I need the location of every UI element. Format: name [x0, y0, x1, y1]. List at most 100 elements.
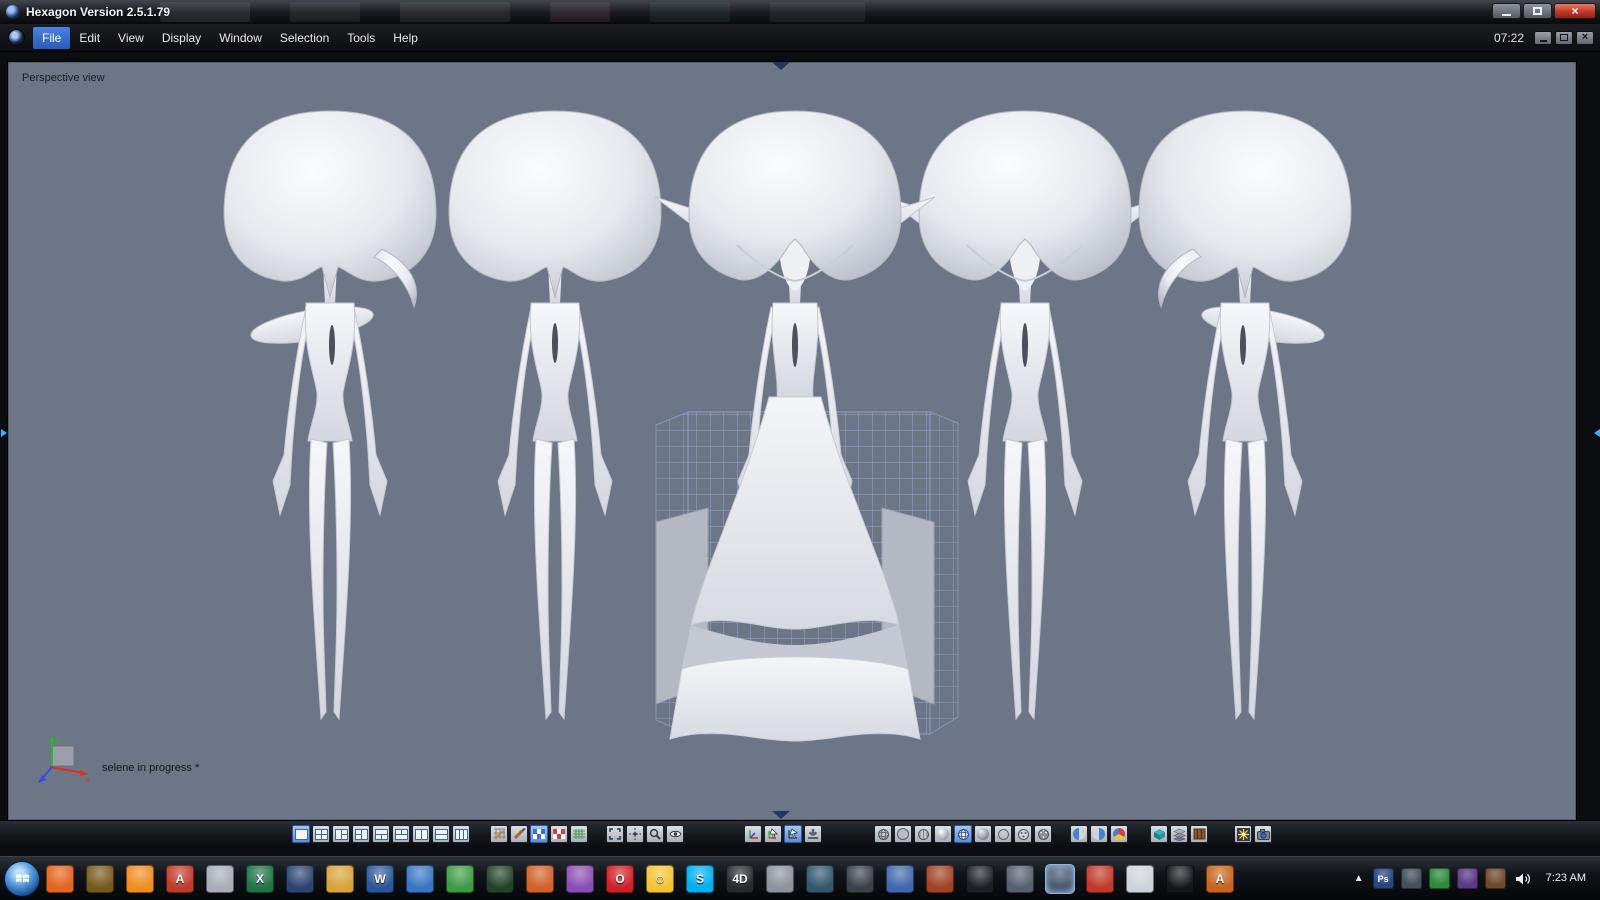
axes-tool-icon[interactable] [744, 825, 762, 843]
display-grids-group [490, 825, 588, 843]
menu-item[interactable]: Display [153, 27, 210, 49]
taskbar-app-icon[interactable] [926, 865, 954, 893]
taskbar-app-icon[interactable] [1126, 865, 1154, 893]
menu-item[interactable]: View [109, 27, 153, 49]
menu-item[interactable]: Selection [271, 27, 338, 49]
taskbar-app-icon[interactable] [846, 865, 874, 893]
zoom-view-icon[interactable] [646, 825, 664, 843]
taskbar-app-icon[interactable]: W [366, 865, 394, 893]
taskbar-app-icon[interactable] [1166, 865, 1194, 893]
menu-item[interactable]: File [33, 27, 70, 49]
tray-app-icon[interactable] [1429, 868, 1450, 889]
smooth-half-left-icon[interactable] [1070, 825, 1088, 843]
layout-three-columns-icon[interactable] [452, 825, 470, 843]
titlebar-minimize-button[interactable] [1492, 3, 1521, 19]
pan-view-icon[interactable] [626, 825, 644, 843]
uv-grid-icon[interactable] [490, 825, 508, 843]
taskbar-app-icon[interactable] [526, 865, 554, 893]
layout-two-left-one-right-icon[interactable] [352, 825, 370, 843]
taskbar-app-icon[interactable] [486, 865, 514, 893]
drop-tool-icon[interactable] [804, 825, 822, 843]
menu-item[interactable]: Help [384, 27, 427, 49]
smooth-half-right-icon[interactable] [1090, 825, 1108, 843]
taskbar-app-icon[interactable] [86, 865, 114, 893]
layout-one-top-two-bottom-icon[interactable] [372, 825, 390, 843]
wireframe-sphere-icon[interactable] [874, 825, 892, 843]
checker-red-icon[interactable] [550, 825, 568, 843]
flat-sphere-icon[interactable] [894, 825, 912, 843]
taskbar-app-icon[interactable] [206, 865, 234, 893]
3d-scene[interactable] [8, 62, 1576, 820]
taskbar-app-icon[interactable] [806, 865, 834, 893]
document-minimize-button[interactable] [1534, 31, 1552, 45]
textured-sphere-icon[interactable] [974, 825, 992, 843]
layers-icon[interactable] [1170, 825, 1188, 843]
taskbar-app-icon[interactable] [766, 865, 794, 893]
titlebar-close-button[interactable]: × [1554, 3, 1596, 19]
left-panel-expand-arrow[interactable] [1, 429, 11, 437]
taskbar-app-icon[interactable] [886, 865, 914, 893]
taskbar-app-icon[interactable]: A [1206, 865, 1234, 893]
paint-material-icon[interactable] [510, 825, 528, 843]
perspective-viewport[interactable]: Perspective view y x selene in progress … [8, 62, 1576, 820]
layout-two-rows-icon[interactable] [432, 825, 450, 843]
light-icon[interactable] [1234, 825, 1252, 843]
taskbar-app-icon[interactable] [966, 865, 994, 893]
smooth-wire-sphere-icon[interactable] [954, 825, 972, 843]
layout-two-columns-icon[interactable] [412, 825, 430, 843]
start-button[interactable] [4, 861, 40, 897]
taskbar-app-icon[interactable]: 4D [726, 865, 754, 893]
document-close-button[interactable]: × [1576, 31, 1594, 45]
tray-app-icon[interactable] [1401, 868, 1422, 889]
render-camera-icon[interactable] [1254, 825, 1272, 843]
menu-item[interactable]: Window [210, 27, 271, 49]
layout-quad-icon[interactable] [312, 825, 330, 843]
taskbar-app-icon[interactable] [326, 865, 354, 893]
checker-blue-icon[interactable] [530, 825, 548, 843]
menu-item[interactable]: Tools [338, 27, 384, 49]
layout-one-left-two-right-icon[interactable] [332, 825, 350, 843]
transparent-sphere-icon[interactable] [994, 825, 1012, 843]
grid-green-icon[interactable] [570, 825, 588, 843]
crate-icon[interactable] [1190, 825, 1208, 843]
menu-item[interactable]: Edit [70, 27, 109, 49]
taskbar-app-icon[interactable]: A [166, 865, 194, 893]
window-titlebar[interactable]: Hexagon Version 2.5.1.79 × [0, 0, 1600, 24]
taskbar-app-icon[interactable] [1046, 865, 1074, 893]
fit-view-icon[interactable] [606, 825, 624, 843]
taskbar-app-icon[interactable] [126, 865, 154, 893]
layout-single-icon[interactable] [292, 825, 310, 843]
taskbar-app-icon[interactable] [406, 865, 434, 893]
tray-app-icon[interactable]: Ps [1373, 868, 1394, 889]
smooth-sphere-icon[interactable] [934, 825, 952, 843]
tray-app-icon[interactable] [1485, 868, 1506, 889]
taskbar-app-icon[interactable] [286, 865, 314, 893]
speaker-icon[interactable] [1515, 872, 1531, 886]
examine-view-icon[interactable] [666, 825, 684, 843]
taskbar-app-icon[interactable]: ☺ [646, 865, 674, 893]
taskbar-app-icon[interactable] [1006, 865, 1034, 893]
taskbar-clock[interactable]: 7:23 AM [1540, 872, 1592, 885]
taskbar-app-icon[interactable]: S [686, 865, 714, 893]
taskbar-app-icon[interactable] [46, 865, 74, 893]
document-maximize-button[interactable] [1555, 31, 1573, 45]
titlebar-maximize-button[interactable] [1523, 3, 1552, 19]
dotted-sphere-icon[interactable] [1014, 825, 1032, 843]
taskbar-app-icon[interactable]: O [606, 865, 634, 893]
taskbar-app-icon[interactable] [446, 865, 474, 893]
universal-manipulator-icon[interactable] [784, 825, 802, 843]
tray-app-icon[interactable] [1457, 868, 1478, 889]
points-sphere-icon[interactable] [1034, 825, 1052, 843]
viewport-splitter-handle-bottom[interactable] [772, 811, 790, 819]
show-hidden-icons-arrow[interactable]: ▲ [1354, 873, 1364, 884]
right-panel-expand-arrow[interactable] [1590, 429, 1600, 437]
taskbar-app-icon[interactable]: X [246, 865, 274, 893]
layout-two-top-one-bottom-icon[interactable] [392, 825, 410, 843]
smooth-multi-icon[interactable] [1110, 825, 1128, 843]
cube-icon[interactable] [1150, 825, 1168, 843]
flat-lines-sphere-icon[interactable] [914, 825, 932, 843]
translate-tool-icon[interactable] [764, 825, 782, 843]
taskbar-app-icon[interactable] [566, 865, 594, 893]
viewport-splitter-handle-top[interactable] [772, 62, 790, 70]
taskbar-app-icon[interactable] [1086, 865, 1114, 893]
